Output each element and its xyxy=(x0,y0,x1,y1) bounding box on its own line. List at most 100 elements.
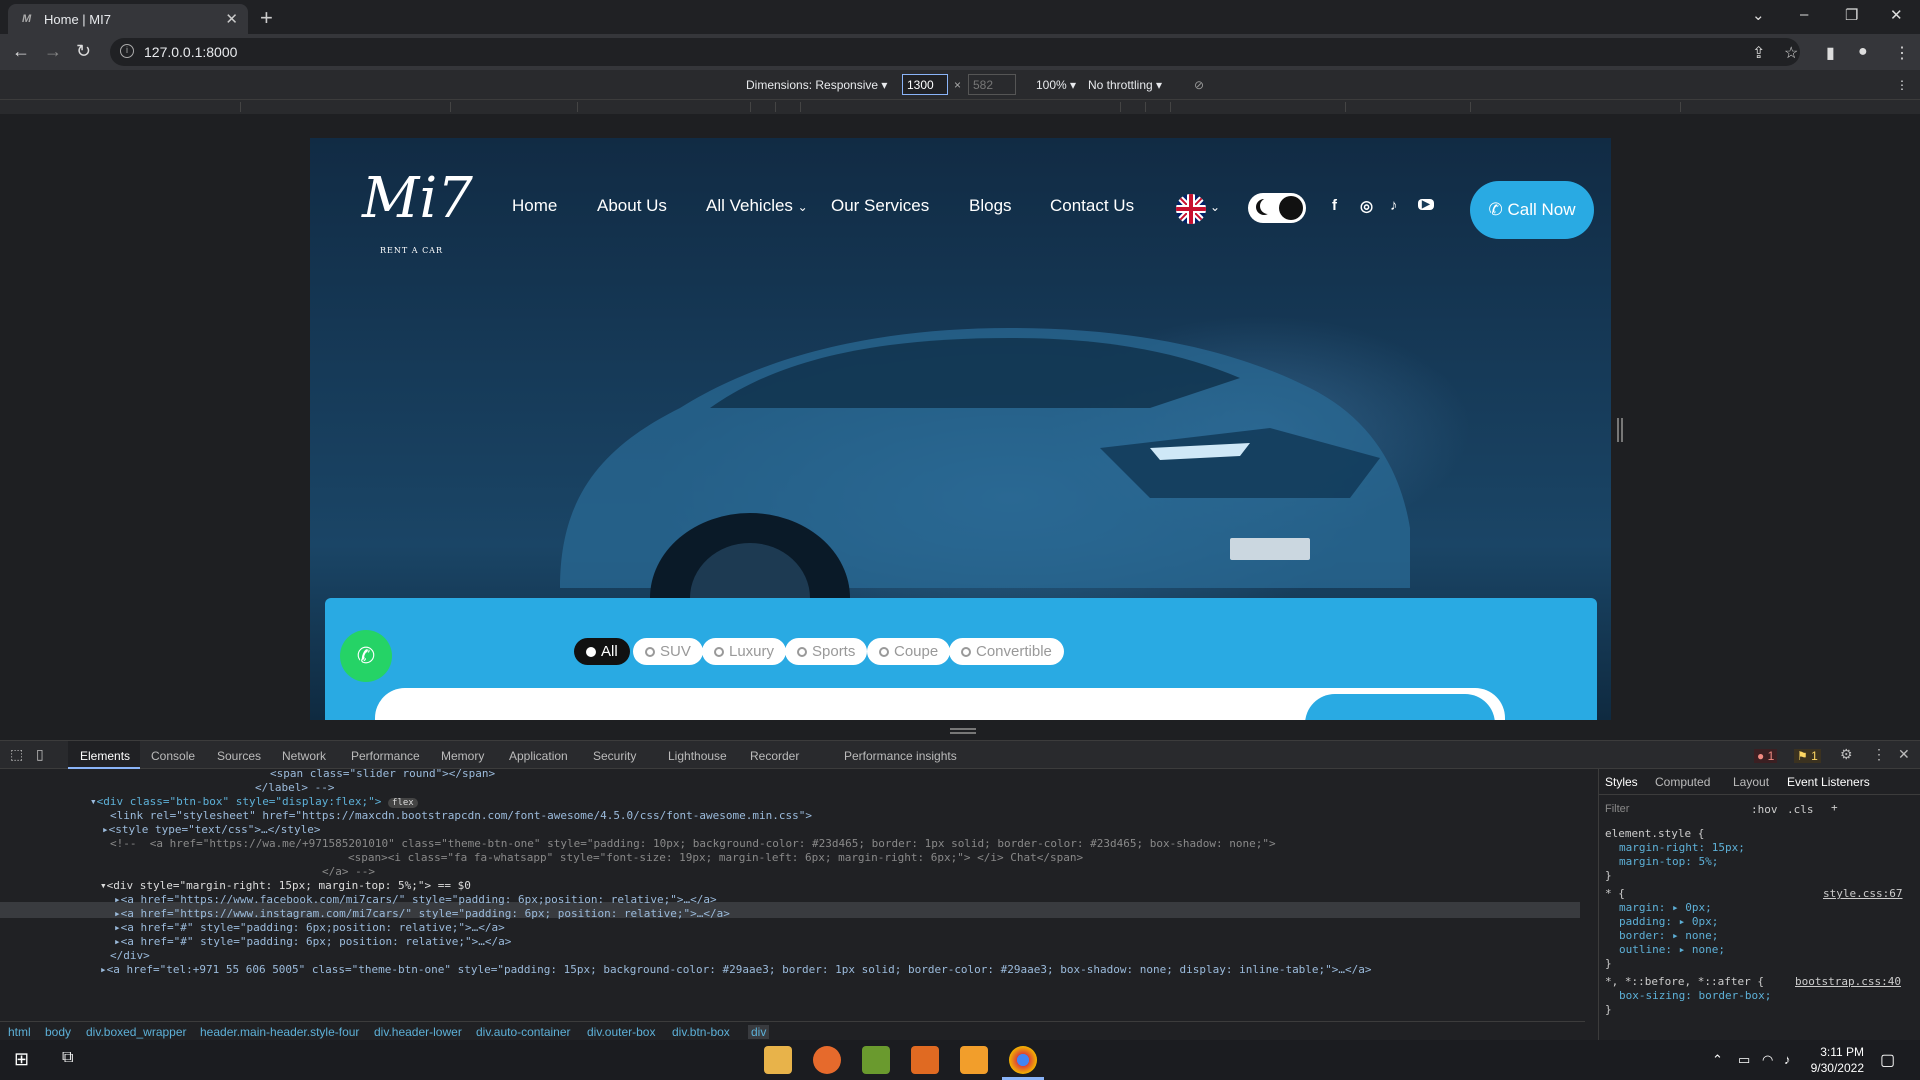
window-close-icon[interactable]: ✕ xyxy=(1890,6,1903,24)
code-line[interactable]: <!-- <a href="https://wa.me/+97158520101… xyxy=(110,837,1276,850)
language-chevron-icon[interactable]: ⌄ xyxy=(1210,200,1220,214)
back-icon[interactable]: ← xyxy=(12,41,30,62)
tab-application[interactable]: Application xyxy=(509,749,568,763)
filter-sports[interactable]: Sports xyxy=(785,638,868,665)
reload-icon[interactable]: ↻ xyxy=(76,41,91,62)
facebook-icon[interactable]: f xyxy=(1332,197,1337,214)
height-input[interactable]: 582 xyxy=(968,74,1016,95)
cls-toggle[interactable]: .cls xyxy=(1787,803,1814,816)
elements-tree[interactable]: <span class="slider round"></span> </lab… xyxy=(0,769,1585,1021)
wifi-icon[interactable]: ◠ xyxy=(1762,1052,1773,1068)
search-car-button[interactable] xyxy=(1305,694,1495,720)
tab-memory[interactable]: Memory xyxy=(441,749,484,763)
nav-blogs[interactable]: Blogs xyxy=(969,196,1012,216)
code-line[interactable]: <span class="slider round"></span> xyxy=(270,769,495,780)
battery-icon[interactable]: ▭ xyxy=(1738,1052,1750,1068)
forward-icon[interactable]: → xyxy=(44,41,62,62)
instagram-icon[interactable]: ◎ xyxy=(1360,197,1373,215)
chrome-icon[interactable] xyxy=(1009,1046,1037,1074)
tab-elements[interactable]: Elements xyxy=(80,749,130,763)
theme-toggle[interactable] xyxy=(1248,193,1306,223)
new-tab-icon[interactable]: + xyxy=(260,5,273,31)
nav-all-vehicles[interactable]: All Vehicles ⌄ xyxy=(706,196,808,216)
style-declaration[interactable]: margin: ▸ 0px; xyxy=(1619,901,1712,914)
code-line[interactable]: <span><i class="fa fa-whatsapp" style="f… xyxy=(348,851,1083,864)
tab-close-icon[interactable]: ✕ xyxy=(225,10,238,28)
breadcrumb-item[interactable]: div.outer-box xyxy=(587,1025,655,1039)
tab-styles[interactable]: Styles xyxy=(1605,775,1638,789)
code-line[interactable]: ▸<a href="tel:+971 55 606 5005" class="t… xyxy=(100,963,1372,976)
sublime-text-icon[interactable] xyxy=(960,1046,988,1074)
nav-our-services[interactable]: Our Services xyxy=(831,196,929,216)
tab-event-listeners[interactable]: Event Listeners xyxy=(1787,775,1870,789)
tab-network[interactable]: Network xyxy=(282,749,326,763)
breadcrumb-item[interactable]: div.header-lower xyxy=(374,1025,462,1039)
inspect-element-icon[interactable]: ⬚ xyxy=(10,746,23,763)
breadcrumb-item[interactable]: div.boxed_wrapper xyxy=(86,1025,187,1039)
restore-icon[interactable]: ❐ xyxy=(1845,6,1858,24)
firefox-icon[interactable] xyxy=(813,1046,841,1074)
error-count-badge[interactable]: ● 1 xyxy=(1754,749,1778,763)
call-now-button[interactable]: ✆ Call Now xyxy=(1470,181,1594,239)
styles-filter-input[interactable]: Filter xyxy=(1605,803,1629,815)
devtools-close-icon[interactable]: ✕ xyxy=(1898,746,1910,763)
viewport-resize-handle[interactable] xyxy=(1617,418,1623,442)
code-line[interactable]: </a> --> xyxy=(322,865,375,878)
share-icon[interactable]: ⇪ xyxy=(1752,43,1765,63)
stylesheet-link[interactable]: bootstrap.css:40 xyxy=(1795,975,1901,988)
tab-recorder[interactable]: Recorder xyxy=(750,749,799,763)
style-declaration[interactable]: box-sizing: border-box; xyxy=(1619,989,1771,1002)
code-line[interactable]: ▸<a href="https://www.facebook.com/mi7ca… xyxy=(114,893,717,906)
chrome-menu-icon[interactable]: ⋮ xyxy=(1894,43,1910,63)
code-line-selected[interactable]: ▾<div style="margin-right: 15px; margin-… xyxy=(100,879,471,892)
tab-security[interactable]: Security xyxy=(593,749,636,763)
tab-performance-insights[interactable]: Performance insights xyxy=(844,749,957,763)
throttling-dropdown[interactable]: No throttling ▾ xyxy=(1088,78,1162,92)
style-declaration[interactable]: padding: ▸ 0px; xyxy=(1619,915,1718,928)
style-declaration[interactable]: border: ▸ none; xyxy=(1619,929,1718,942)
nav-about-us[interactable]: About Us xyxy=(597,196,667,216)
browser-tab[interactable]: M Home | MI7 ✕ xyxy=(8,4,248,34)
devtools-resize-handle[interactable] xyxy=(950,728,976,734)
style-declaration[interactable]: margin-top: 5%; xyxy=(1619,855,1718,868)
rotate-icon[interactable]: ⊘ xyxy=(1194,78,1204,92)
filter-luxury[interactable]: Luxury xyxy=(702,638,787,665)
whatsapp-icon[interactable]: ✆ xyxy=(340,630,392,682)
filter-coupe[interactable]: Coupe xyxy=(867,638,951,665)
warning-count-badge[interactable]: ⚑ 1 xyxy=(1794,749,1821,763)
tab-console[interactable]: Console xyxy=(151,749,195,763)
dimensions-dropdown[interactable]: Dimensions: Responsive ▾ xyxy=(746,78,887,92)
tab-search-icon[interactable]: ⌄ xyxy=(1752,6,1765,24)
flex-badge[interactable]: flex xyxy=(388,798,418,808)
code-line[interactable]: <link rel="stylesheet" href="https://max… xyxy=(110,809,812,822)
breadcrumb-item[interactable]: html xyxy=(8,1025,31,1039)
new-rule-icon[interactable]: + xyxy=(1831,801,1838,814)
excel-like-app-icon[interactable] xyxy=(862,1046,890,1074)
stylesheet-link[interactable]: style.css:67 xyxy=(1823,887,1902,900)
notifications-icon[interactable]: ▢ xyxy=(1880,1050,1895,1070)
system-clock[interactable]: 3:11 PM 9/30/2022 xyxy=(1811,1044,1864,1076)
xampp-icon[interactable] xyxy=(911,1046,939,1074)
file-explorer-icon[interactable] xyxy=(764,1046,792,1074)
width-input[interactable]: 1300 xyxy=(902,74,948,95)
filter-all[interactable]: All xyxy=(574,638,630,665)
breadcrumb-item[interactable]: body xyxy=(45,1025,71,1039)
side-panel-icon[interactable]: ▮ xyxy=(1826,43,1835,63)
code-line[interactable]: ▸<a href="#" style="padding: 6px; positi… xyxy=(114,935,511,948)
profile-icon[interactable]: ● xyxy=(1858,43,1868,61)
code-line[interactable]: ▸<style type="text/css">…</style> xyxy=(102,823,321,836)
filter-suv[interactable]: SUV xyxy=(633,638,703,665)
code-line[interactable]: ▾<div class="btn-box" style="display:fle… xyxy=(90,795,418,808)
device-toggle-icon[interactable]: ▯ xyxy=(36,746,44,763)
breadcrumb-item[interactable]: div.auto-container xyxy=(476,1025,571,1039)
code-line[interactable]: ▸<a href="https://www.instagram.com/mi7c… xyxy=(114,907,730,920)
bookmark-star-icon[interactable]: ☆ xyxy=(1784,43,1798,63)
code-line[interactable]: </div> xyxy=(110,949,150,962)
breadcrumb-item[interactable]: div.btn-box xyxy=(672,1025,730,1039)
devtools-menu-icon[interactable]: ⋮ xyxy=(1872,746,1886,763)
tab-performance[interactable]: Performance xyxy=(351,749,420,763)
zoom-dropdown[interactable]: 100% ▾ xyxy=(1036,78,1076,92)
breadcrumb-item-current[interactable]: div xyxy=(748,1025,770,1039)
site-logo[interactable]: Mi7 RENT A CAR xyxy=(362,166,473,256)
tab-lighthouse[interactable]: Lighthouse xyxy=(668,749,727,763)
